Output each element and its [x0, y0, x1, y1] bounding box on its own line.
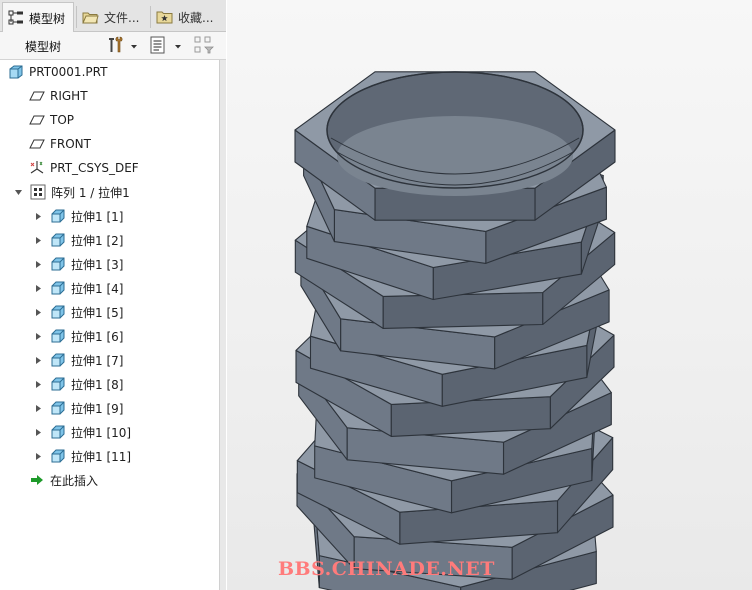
tree-item-label: 拉伸1 [4]: [71, 281, 124, 296]
expand-triangle-icon[interactable]: [32, 373, 44, 395]
expand-triangle-icon[interactable]: [32, 349, 44, 371]
tree-item-label: 拉伸1 [5]: [71, 305, 124, 320]
tree-item-insert-here[interactable]: 在此插入: [29, 469, 98, 491]
extrude-feature-icon: [50, 232, 66, 248]
expand-triangle-icon[interactable]: [32, 229, 44, 251]
extrude-feature-icon: [50, 304, 66, 320]
tree-item-label: TOP: [50, 113, 75, 127]
tree-item-datum-top[interactable]: TOP: [29, 109, 74, 131]
tree-item-label: 拉伸1 [6]: [71, 329, 124, 344]
expand-triangle-icon[interactable]: [32, 277, 44, 299]
tree-item-extrude[interactable]: 拉伸1 [9]: [32, 397, 123, 419]
folder-browser-icon: [82, 8, 100, 26]
tree-item-root-part[interactable]: PRT0001.PRT: [8, 61, 107, 83]
tree-item-label: FRONT: [50, 137, 91, 151]
list-settings-icon: [148, 35, 168, 58]
extrude-feature-icon: [50, 448, 66, 464]
twisted-hex-stack-model[interactable]: [227, 0, 752, 590]
datum-plane-icon: [29, 88, 45, 104]
tree-item-label: 拉伸1 [3]: [71, 257, 124, 272]
expand-triangle-icon[interactable]: [32, 397, 44, 419]
expand-triangle-icon[interactable]: [32, 301, 44, 323]
part-icon: [8, 64, 24, 80]
model-tree-title: 模型树: [25, 40, 62, 54]
chevron-down-icon: [130, 39, 138, 53]
model-tree-toolbar: 模型树: [0, 32, 226, 60]
tree-item-extrude[interactable]: 拉伸1 [1]: [32, 205, 123, 227]
tree-filter-icon: [193, 35, 215, 58]
tree-item-extrude[interactable]: 拉伸1 [2]: [32, 229, 123, 251]
expand-triangle-icon[interactable]: [32, 205, 44, 227]
navigator-tab-bar: 模型树 文件... 收藏...: [0, 0, 226, 33]
tab-favorites[interactable]: 收藏...: [152, 2, 224, 32]
tree-item-datum-right[interactable]: RIGHT: [29, 85, 88, 107]
tree-item-extrude[interactable]: 拉伸1 [3]: [32, 253, 123, 275]
model-tree-icon: [7, 9, 25, 27]
coordinate-system-icon: [29, 160, 45, 176]
tree-item-csys[interactable]: PRT_CSYS_DEF: [29, 157, 139, 179]
tree-item-label: PRT0001.PRT: [29, 65, 108, 79]
tab-model-tree[interactable]: 模型树: [2, 2, 74, 33]
tree-filter-button[interactable]: [193, 35, 215, 57]
tree-item-extrude[interactable]: 拉伸1 [11]: [32, 445, 131, 467]
tree-item-extrude[interactable]: 拉伸1 [4]: [32, 277, 123, 299]
tree-item-label: PRT_CSYS_DEF: [50, 161, 139, 175]
tree-item-extrude[interactable]: 拉伸1 [10]: [32, 421, 131, 443]
expand-triangle-icon[interactable]: [32, 421, 44, 443]
tab-label: 文件...: [104, 10, 140, 25]
tree-item-label: 拉伸1 [9]: [71, 401, 124, 416]
pattern-icon: [30, 184, 46, 200]
favorites-icon: [156, 8, 174, 26]
tab-folder-browser[interactable]: 文件...: [78, 2, 148, 32]
watermark-text: BBS.CHINADE.NET: [278, 558, 495, 580]
tree-item-pattern[interactable]: 阵列 1 / 拉伸1: [12, 181, 130, 203]
expand-triangle-icon[interactable]: [32, 325, 44, 347]
tree-item-label: 拉伸1 [1]: [71, 209, 124, 224]
extrude-feature-icon: [50, 208, 66, 224]
extrude-feature-icon: [50, 400, 66, 416]
expand-triangle-icon[interactable]: [32, 253, 44, 275]
expand-triangle-icon[interactable]: [32, 445, 44, 467]
collapse-triangle-icon[interactable]: [12, 181, 24, 203]
extrude-feature-icon: [50, 352, 66, 368]
tree-item-datum-front[interactable]: FRONT: [29, 133, 91, 155]
tools-icon: [106, 35, 126, 58]
tab-label: 模型树: [29, 11, 66, 26]
datum-plane-icon: [29, 136, 45, 152]
tree-item-extrude[interactable]: 拉伸1 [6]: [32, 325, 123, 347]
tree-item-label: 阵列 1 / 拉伸1: [51, 185, 130, 200]
panel-splitter[interactable]: [220, 60, 226, 590]
tree-item-label: 拉伸1 [2]: [71, 233, 124, 248]
tree-settings-button[interactable]: [106, 35, 138, 57]
chevron-down-icon: [174, 39, 182, 53]
tree-show-button[interactable]: [148, 35, 182, 57]
tree-item-label: 拉伸1 [10]: [71, 425, 132, 440]
tree-item-label: RIGHT: [50, 89, 88, 103]
tree-item-label: 在此插入: [50, 473, 99, 488]
extrude-feature-icon: [50, 256, 66, 272]
tab-label: 收藏...: [178, 10, 214, 25]
insert-here-arrow-icon: [29, 472, 45, 488]
tree-item-extrude[interactable]: 拉伸1 [5]: [32, 301, 123, 323]
tree-item-extrude[interactable]: 拉伸1 [8]: [32, 373, 123, 395]
tree-item-label: 拉伸1 [11]: [71, 449, 132, 464]
tree-item-label: 拉伸1 [7]: [71, 353, 124, 368]
model-tree-panel: 模型树 文件... 收藏... 模型树 PRT0001.PRT RIGHT TO…: [0, 0, 226, 590]
tree-item-label: 拉伸1 [8]: [71, 377, 124, 392]
tree-item-extrude[interactable]: 拉伸1 [7]: [32, 349, 123, 371]
extrude-feature-icon: [50, 376, 66, 392]
graphics-window[interactable]: BBS.CHINADE.NET: [227, 0, 752, 590]
model-tree: PRT0001.PRT RIGHT TOP FRONT PRT_CSYS_DEF…: [0, 60, 220, 590]
extrude-feature-icon: [50, 424, 66, 440]
datum-plane-icon: [29, 112, 45, 128]
extrude-feature-icon: [50, 328, 66, 344]
extrude-feature-icon: [50, 280, 66, 296]
